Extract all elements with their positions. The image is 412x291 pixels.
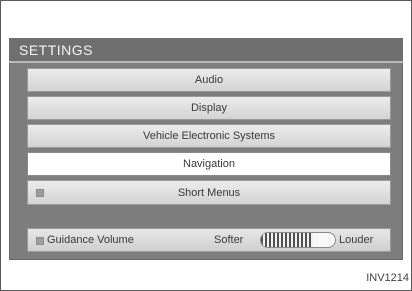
page-title: SETTINGS bbox=[19, 42, 94, 58]
audio-button-label: Audio bbox=[194, 74, 224, 86]
volume-level-fill bbox=[261, 233, 313, 247]
guidance-volume-indicator-icon bbox=[36, 237, 44, 245]
reference-code: INV1214 bbox=[366, 272, 409, 284]
title-bar: SETTINGS bbox=[9, 38, 403, 63]
vehicle-electronic-systems-label: Vehicle Electronic Systems bbox=[142, 130, 276, 142]
audio-button[interactable]: Audio bbox=[27, 68, 391, 92]
louder-label[interactable]: Louder bbox=[339, 234, 373, 246]
softer-label[interactable]: Softer bbox=[214, 234, 243, 246]
vehicle-electronic-systems-button[interactable]: Vehicle Electronic Systems bbox=[27, 124, 391, 148]
guidance-volume-label: Guidance Volume bbox=[47, 234, 134, 246]
guidance-volume-slider[interactable] bbox=[260, 232, 336, 248]
short-menus-label: Short Menus bbox=[177, 186, 241, 199]
navigation-button[interactable]: Navigation bbox=[27, 152, 391, 176]
short-menus-indicator-icon bbox=[36, 189, 44, 197]
display-button[interactable]: Display bbox=[27, 96, 391, 120]
navigation-button-label: Navigation bbox=[183, 158, 235, 170]
short-menus-button[interactable]: Short Menus bbox=[27, 180, 391, 205]
guidance-volume-row: Guidance Volume Softer Louder bbox=[27, 228, 391, 252]
display-button-label: Display bbox=[190, 102, 228, 114]
